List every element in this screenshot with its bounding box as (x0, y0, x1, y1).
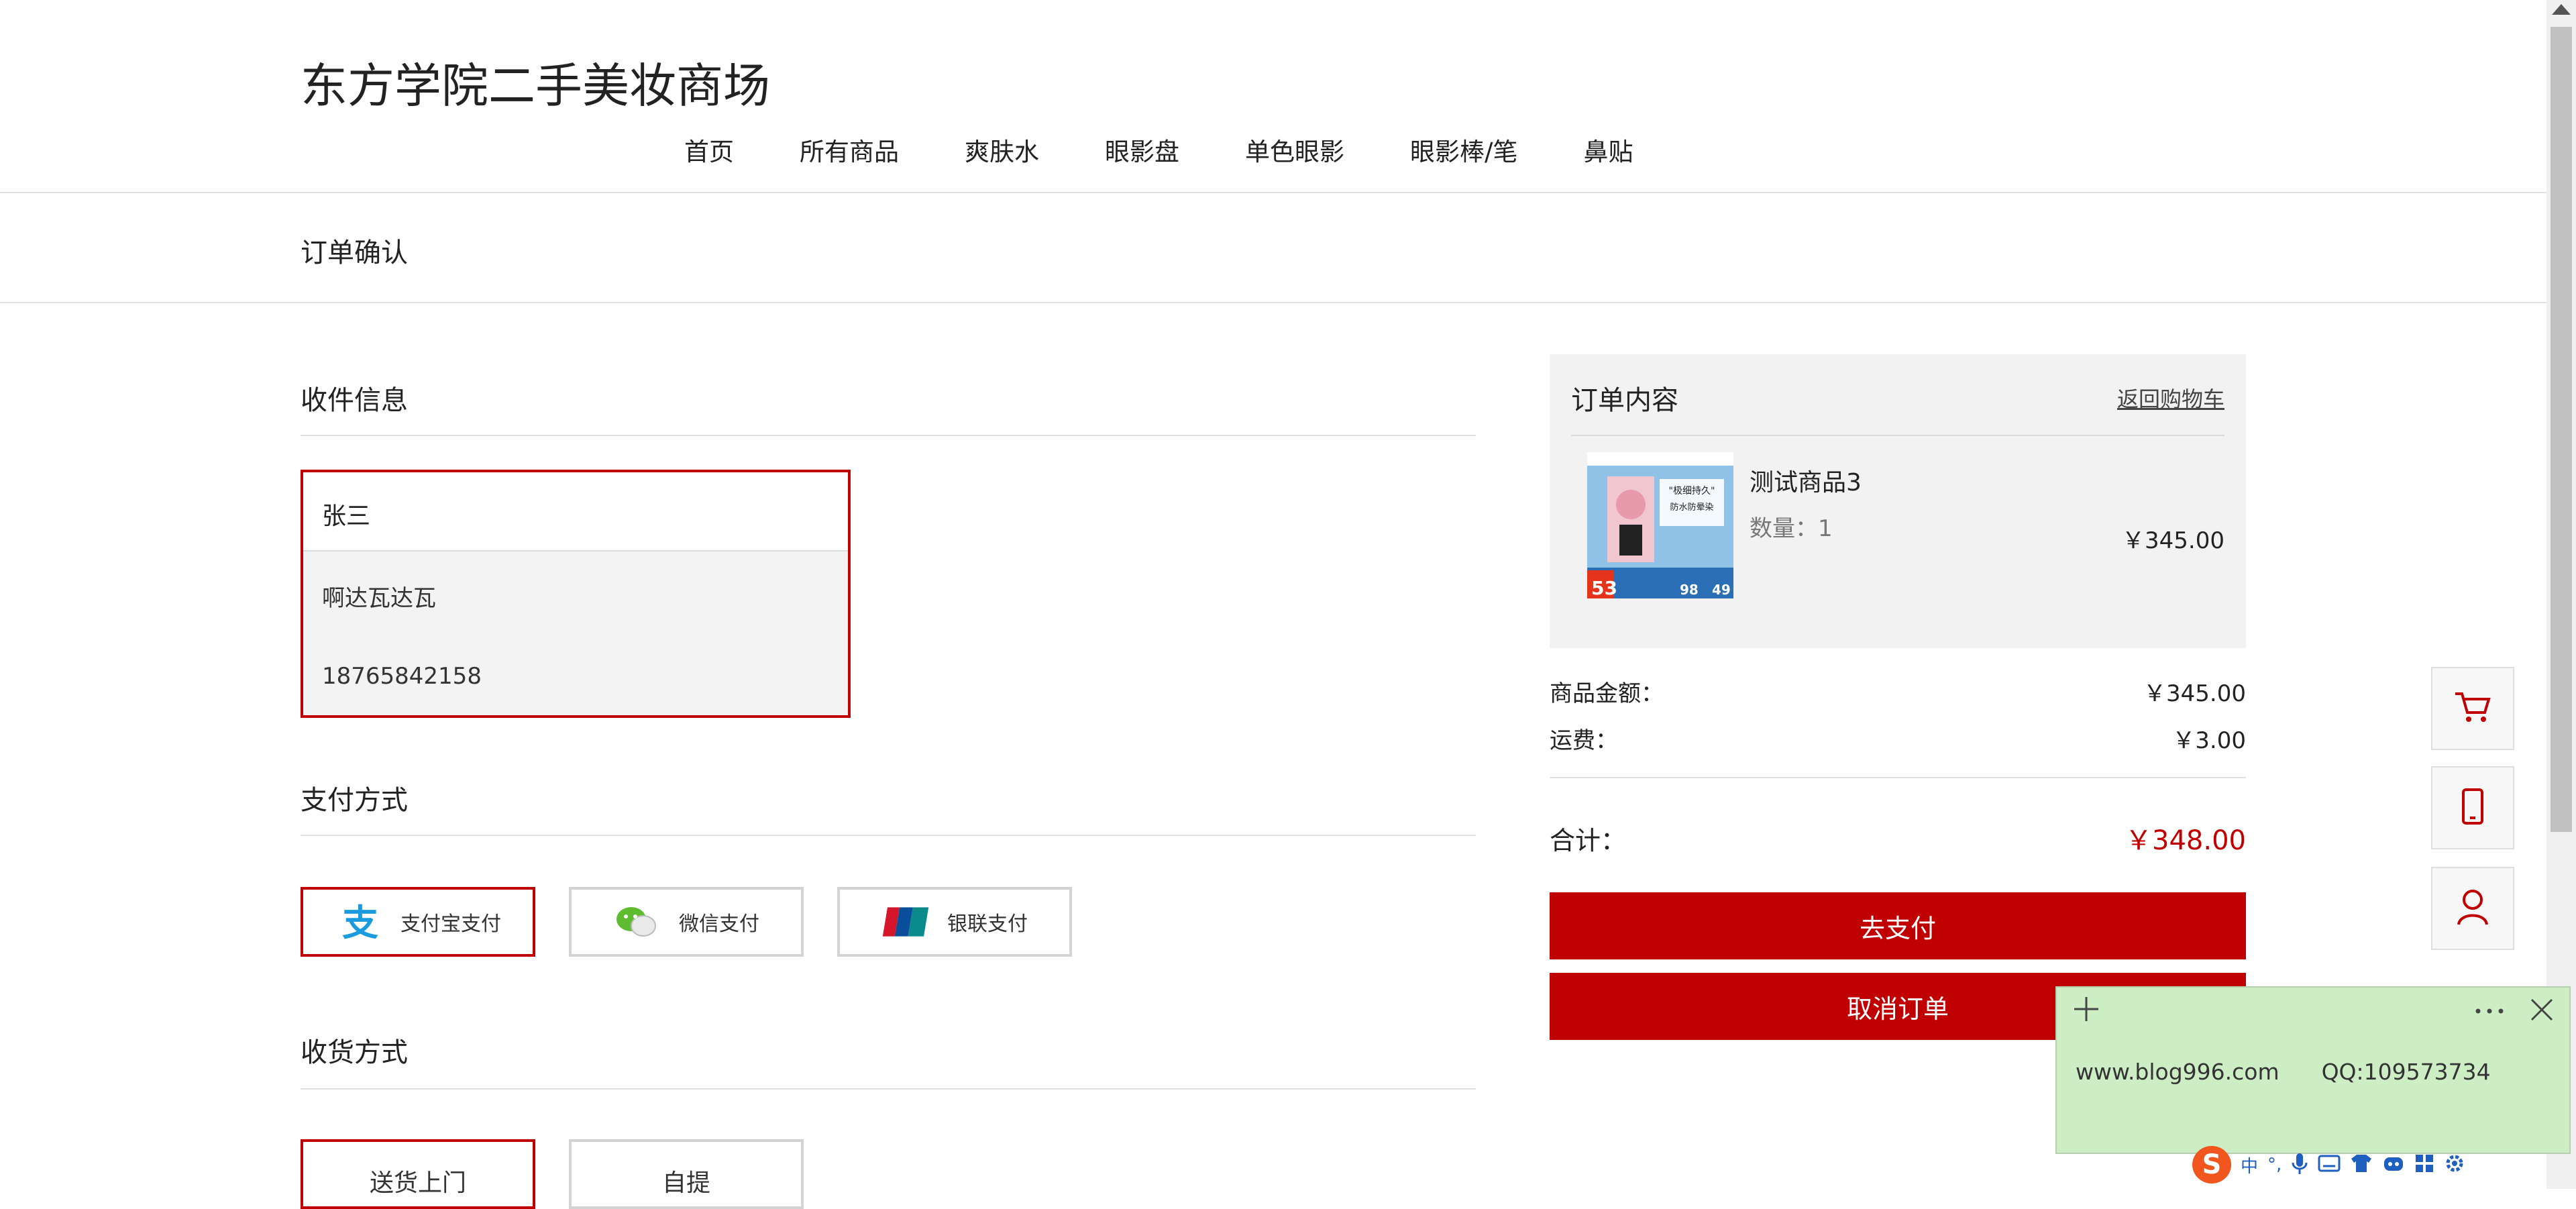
skin-icon[interactable] (2350, 1153, 2373, 1176)
side-cart-button[interactable] (2431, 667, 2514, 750)
cart-icon (2454, 690, 2491, 727)
summary-divider (1550, 777, 2246, 778)
wechat-pay-button[interactable]: 微信支付 (569, 887, 804, 957)
nav-item-single-eyeshadow[interactable]: 单色眼影 (1245, 132, 1344, 168)
nav-item-home[interactable]: 首页 (684, 132, 734, 168)
sogou-logo-icon[interactable]: S (2192, 1146, 2231, 1184)
header-divider (0, 192, 2546, 193)
add-note-icon[interactable] (2072, 994, 2101, 1027)
product-name[interactable]: 测试商品3 (1750, 463, 1862, 498)
payment-divider (301, 835, 1476, 836)
wechat-pay-label: 微信支付 (679, 912, 759, 936)
thumb-sub: 防水防晕染 (1670, 502, 1713, 513)
subtotal-label: 商品金额： (1550, 680, 1664, 707)
more-options-icon[interactable] (2474, 1005, 2505, 1018)
thumb-price-a: 53 (1591, 577, 1617, 598)
product-quantity: 数量：1 (1750, 515, 1833, 542)
order-divider (1571, 435, 2224, 436)
page-title: 订单确认 (301, 238, 408, 268)
user-icon (2456, 888, 2489, 929)
subtotal-value: ￥345.00 (2143, 680, 2246, 707)
recipient-phone: 18765842158 (322, 663, 482, 690)
heading-divider (0, 302, 2546, 303)
site-title[interactable]: 东方学院二手美妆商场 (301, 48, 770, 116)
order-title: 订单内容 (1571, 385, 1678, 416)
delivery-divider (301, 1088, 1476, 1090)
ime-punctuation[interactable]: °, (2267, 1155, 2282, 1175)
back-to-cart-link[interactable]: 返回购物车 (2117, 382, 2224, 413)
close-note-icon[interactable] (2529, 997, 2555, 1025)
order-panel: 订单内容 返回购物车 "极细持久" 防水防晕染 53 98 49 测试商品3 数… (1550, 354, 2246, 648)
recipient-address: 啊达瓦达瓦 (322, 585, 436, 612)
side-mobile-button[interactable] (2431, 766, 2514, 849)
alipay-button[interactable]: 支 支付宝支付 (301, 887, 535, 957)
wechat-icon (613, 903, 661, 941)
unionpay-label: 银联支付 (947, 912, 1028, 936)
product-thumbnail[interactable]: "极细持久" 防水防晕染 53 98 49 (1587, 452, 1733, 598)
payment-title: 支付方式 (301, 785, 408, 816)
phone-icon (2461, 788, 2485, 828)
product-price: ￥345.00 (2122, 527, 2224, 554)
nav-item-toner[interactable]: 爽肤水 (965, 132, 1039, 168)
unionpay-icon (881, 903, 930, 941)
recipient-name: 张三 (303, 472, 848, 551)
keyboard-icon[interactable] (2318, 1155, 2341, 1175)
nav-item-all-products[interactable]: 所有商品 (800, 132, 899, 168)
settings-gear-icon[interactable] (2444, 1153, 2465, 1177)
shipping-info-title: 收件信息 (301, 385, 408, 416)
pay-now-button[interactable]: 去支付 (1550, 892, 2246, 959)
alipay-icon: 支 (335, 903, 383, 941)
main-nav: 首页 所有商品 爽肤水 眼影盘 单色眼影 眼影棒/笔 鼻贴 (684, 132, 1699, 168)
delivery-title: 收货方式 (301, 1037, 408, 1068)
shipping-info-divider (301, 435, 1476, 436)
address-card[interactable]: 张三 啊达瓦达瓦 18765842158 (301, 470, 851, 718)
side-user-button[interactable] (2431, 867, 2514, 950)
total-label: 合计： (1550, 826, 1627, 855)
total-value: ￥348.00 (2125, 825, 2246, 856)
ime-toolbar[interactable]: S 中 °, (2192, 1145, 2465, 1185)
scroll-up-arrow-icon[interactable] (2552, 4, 2571, 15)
alipay-label: 支付宝支付 (400, 912, 501, 936)
sticky-note-text[interactable]: www.blog996.com QQ:109573734 (2076, 1059, 2491, 1085)
self-pickup-button[interactable]: 自提 (569, 1139, 804, 1209)
shipping-fee-value: ￥3.00 (2172, 727, 2246, 754)
nav-item-eyeshadow-palette[interactable]: 眼影盘 (1105, 132, 1179, 168)
svg-text:支: 支 (342, 903, 378, 941)
thumb-price-c: 49 (1712, 582, 1731, 598)
unionpay-button[interactable]: 银联支付 (837, 887, 1072, 957)
nav-item-nose-strip[interactable]: 鼻贴 (1583, 132, 1633, 168)
nav-item-eyeshadow-stick[interactable]: 眼影棒/笔 (1410, 132, 1517, 168)
microphone-icon[interactable] (2291, 1152, 2308, 1177)
sticky-note[interactable]: www.blog996.com QQ:109573734 (2055, 986, 2571, 1154)
robot-icon[interactable] (2382, 1153, 2405, 1176)
apps-grid-icon[interactable] (2414, 1153, 2434, 1176)
thumb-tag: "极细持久" (1669, 486, 1715, 496)
scrollbar-thumb[interactable] (2551, 27, 2572, 832)
thumb-price-b: 98 (1680, 582, 1699, 598)
sticky-note-toolbar (2057, 988, 2569, 1031)
home-delivery-button[interactable]: 送货上门 (301, 1139, 535, 1209)
shipping-fee-label: 运费： (1550, 727, 1618, 754)
ime-mode[interactable]: 中 (2241, 1153, 2258, 1177)
